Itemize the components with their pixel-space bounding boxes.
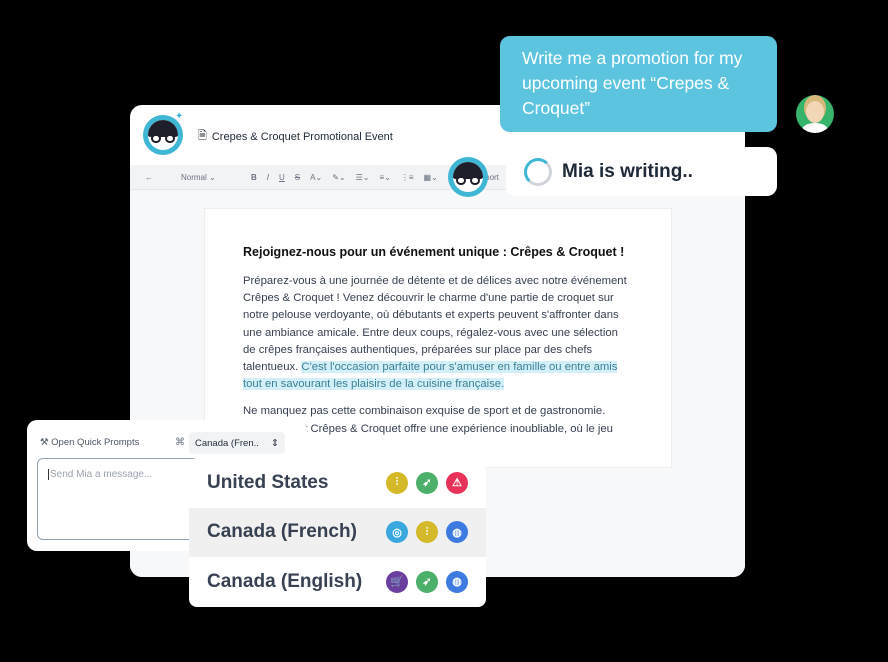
locale-icon: ⌘ bbox=[175, 437, 185, 448]
loading-spinner-icon bbox=[524, 157, 552, 186]
locale-option[interactable]: Canada (English) 🛒 ➶ ◍ bbox=[189, 557, 486, 607]
waveform-icon: ⫶ bbox=[416, 521, 438, 544]
strike-button[interactable]: S bbox=[295, 173, 300, 182]
writing-status: Mia is writing.. bbox=[506, 147, 777, 196]
chevron-updown-icon: ⇕ bbox=[271, 438, 279, 449]
rocket-icon: ➶ bbox=[416, 570, 438, 593]
document-heading: Rejoignez-nous pour un événement unique … bbox=[243, 245, 625, 259]
locale-option[interactable]: Canada (French) ◎ ⫶ ◍ bbox=[189, 507, 486, 558]
sparkle-icon: ✦ bbox=[175, 111, 184, 122]
fingerprint-icon: ◍ bbox=[446, 521, 468, 544]
quick-prompts-label: Open Quick Prompts bbox=[51, 437, 140, 448]
table-button[interactable]: ▦⌄ bbox=[424, 173, 438, 182]
italic-button[interactable]: I bbox=[267, 173, 269, 182]
paragraph-text: Préparez-vous à une journée de détente e… bbox=[243, 275, 627, 374]
style-select[interactable]: Normal ⌄ bbox=[181, 173, 241, 182]
locale-select[interactable]: Canada (Fren.. ⇕ bbox=[189, 432, 285, 454]
numbered-list-button[interactable]: ⋮≡ bbox=[401, 173, 414, 182]
locale-dropdown: United States ⫶ ➶ ⚠ Canada (French) ◎ ⫶ ◍ Canada… bbox=[189, 458, 486, 607]
document-icon: 🗎 bbox=[198, 130, 207, 142]
style-value: Normal bbox=[181, 172, 207, 182]
bold-button[interactable]: B bbox=[251, 173, 257, 182]
highlight-button[interactable]: ✎⌄ bbox=[332, 173, 345, 182]
message-placeholder: Send Mia a message... bbox=[48, 469, 153, 480]
locale-value: Canada (Fren.. bbox=[195, 438, 259, 449]
user-avatar bbox=[796, 95, 834, 133]
mia-avatar-writing bbox=[448, 157, 488, 197]
fingerprint-icon: ◍ bbox=[446, 570, 468, 593]
document-paragraph: Préparez-vous à une journée de détente e… bbox=[243, 273, 633, 393]
status-text: Mia is writing.. bbox=[562, 160, 693, 182]
siren-icon: ⚠ bbox=[446, 471, 468, 494]
waveform-icon: ⫶ bbox=[386, 471, 408, 494]
align-button[interactable]: ≡⌄ bbox=[379, 173, 390, 182]
text-color-button[interactable]: A⌄ bbox=[310, 173, 322, 182]
underline-button[interactable]: U bbox=[279, 173, 285, 182]
cart-icon: 🛒 bbox=[386, 570, 408, 593]
document-title: Crepes & Croquet Promotional Event bbox=[211, 130, 393, 143]
option-label: Canada (French) bbox=[207, 521, 357, 543]
user-message-bubble: Write me a promotion for my upcoming eve… bbox=[500, 36, 777, 132]
quick-prompts-button[interactable]: ⚒ Open Quick Prompts bbox=[40, 437, 139, 448]
locale-option[interactable]: United States ⫶ ➶ ⚠ bbox=[189, 458, 486, 508]
wand-icon: ⚒ bbox=[40, 437, 49, 448]
globe-icon: ◎ bbox=[386, 521, 408, 544]
rocket-icon: ➶ bbox=[416, 471, 438, 494]
option-label: Canada (English) bbox=[207, 570, 363, 592]
list-button[interactable]: ☰⌄ bbox=[356, 173, 370, 182]
option-label: United States bbox=[207, 471, 329, 493]
back-icon[interactable]: ← bbox=[145, 173, 153, 182]
